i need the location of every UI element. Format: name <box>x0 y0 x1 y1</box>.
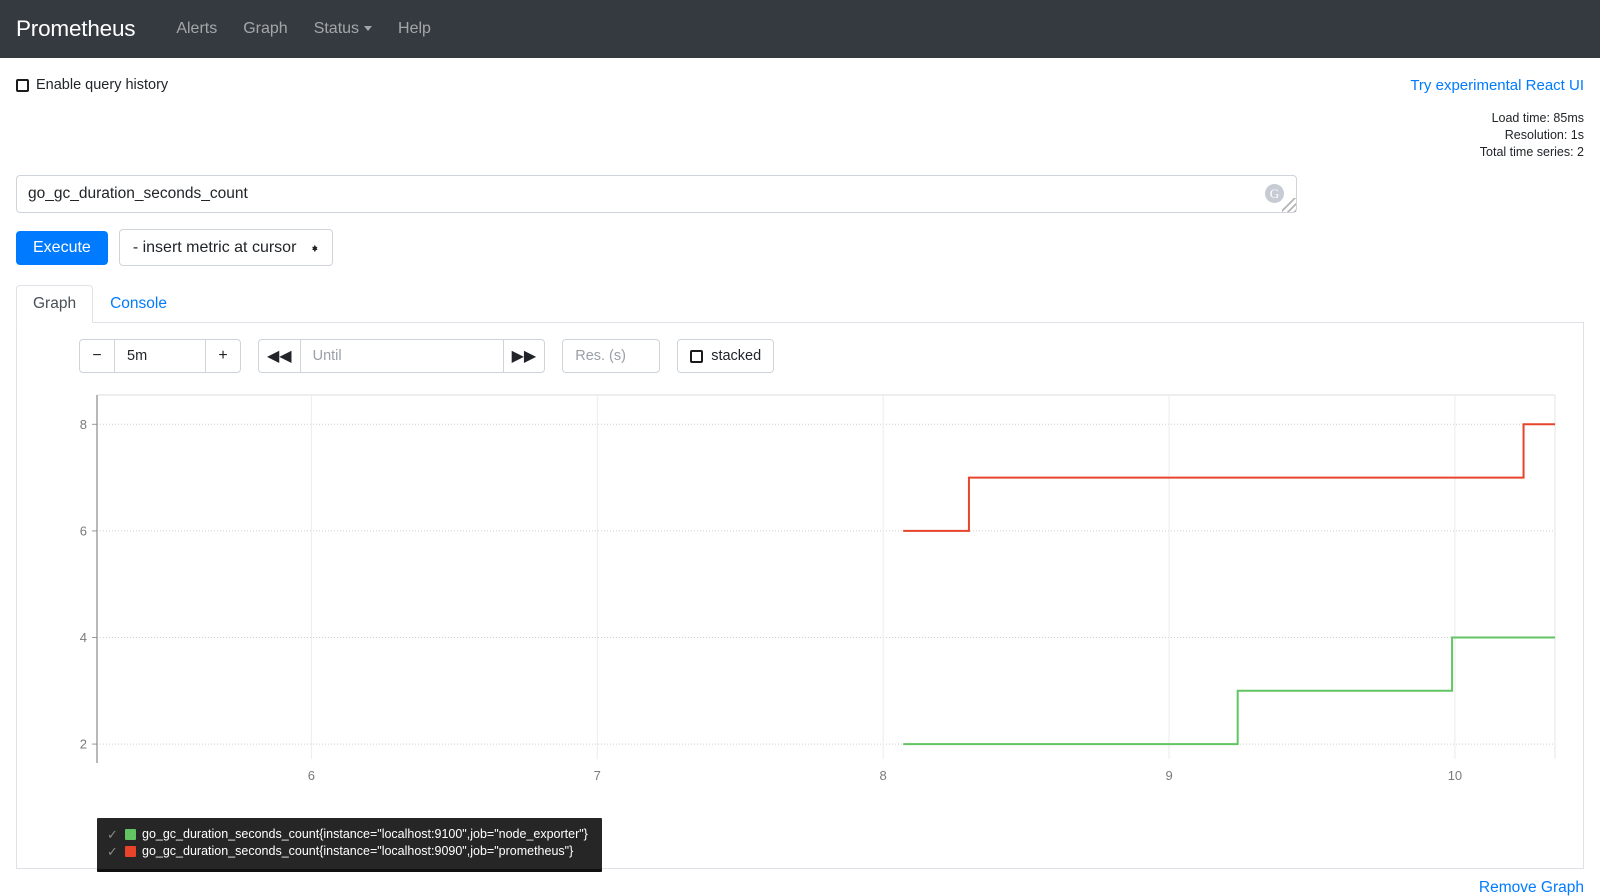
top-right: Try experimental React UI Load time: 85m… <box>1410 77 1584 161</box>
svg-text:10: 10 <box>1448 768 1462 783</box>
range-control-group: − 5m + <box>79 339 241 373</box>
remove-graph-link[interactable]: Remove Graph <box>1479 879 1584 896</box>
nav-label-status: Status <box>313 20 360 37</box>
query-stats: Load time: 85ms Resolution: 1s Total tim… <box>1410 110 1584 161</box>
panel-tabs: Graph Console <box>16 285 1584 323</box>
legend-label-0: go_gc_duration_seconds_count{instance="l… <box>142 827 588 841</box>
try-react-ui-link[interactable]: Try experimental React UI <box>1410 77 1584 94</box>
step-backward-button[interactable]: ◀◀ <box>258 339 301 373</box>
remove-graph-row: Remove Graph <box>16 869 1584 896</box>
svg-text:7: 7 <box>594 768 601 783</box>
svg-text:9: 9 <box>1165 768 1172 783</box>
nav-links: Alerts Graph Status Help <box>163 14 444 44</box>
enable-query-history-label: Enable query history <box>36 77 169 93</box>
nav-label-alerts: Alerts <box>176 20 218 37</box>
time-series-chart[interactable]: 2 4 6 8 6 7 8 9 10 <box>17 387 1583 787</box>
graph-chart-area: 2 4 6 8 6 7 8 9 10 ✓ go_gc_duration_seconds_coun… <box>17 387 1583 872</box>
enable-query-history-checkbox[interactable] <box>16 78 29 92</box>
svg-text:4: 4 <box>80 630 87 645</box>
tab-console[interactable]: Console <box>93 285 184 323</box>
query-history-toggle[interactable]: Enable query history <box>16 77 168 93</box>
query-input-wrapper: go_gc_duration_seconds_count G <box>16 175 1297 213</box>
stacked-checkbox[interactable] <box>690 349 704 363</box>
legend-color-swatch-1 <box>125 846 136 857</box>
nav-item-status[interactable]: Status <box>301 14 385 44</box>
chevron-down-icon <box>364 26 373 31</box>
top-row: Enable query history Try experimental Re… <box>16 58 1584 161</box>
nav-item-help[interactable]: Help <box>385 14 444 44</box>
resize-grip-handle[interactable] <box>1282 198 1296 212</box>
time-control-group: ◀◀ Until ▶▶ <box>258 339 546 373</box>
svg-text:6: 6 <box>308 768 315 783</box>
until-time-input[interactable]: Until <box>300 339 503 373</box>
query-expression-value: go_gc_duration_seconds_count <box>28 185 248 202</box>
stacked-label: stacked <box>711 348 762 364</box>
page-body: Enable query history Try experimental Re… <box>0 58 1600 896</box>
nav-item-alerts[interactable]: Alerts <box>163 14 230 44</box>
insert-metric-select-value: - insert metric at cursor <box>132 238 297 256</box>
navbar: Prometheus Alerts Graph Status Help <box>0 0 1600 58</box>
execute-button[interactable]: Execute <box>16 230 108 265</box>
svg-text:6: 6 <box>80 523 87 538</box>
range-input[interactable]: 5m <box>115 339 205 373</box>
resolution-input[interactable]: Res. (s) <box>562 339 661 373</box>
legend-check-icon-0: ✓ <box>107 827 118 842</box>
legend-check-icon-1: ✓ <box>107 844 118 859</box>
nav-label-help: Help <box>398 20 431 37</box>
select-arrows-icon: ▲ ▼ <box>310 241 320 254</box>
legend-item-node-exporter[interactable]: ✓ go_gc_duration_seconds_count{instance=… <box>107 826 588 843</box>
total-series-stat: Total time series: 2 <box>1479 145 1584 159</box>
step-forward-button[interactable]: ▶▶ <box>502 339 546 373</box>
graph-panel: − 5m + ◀◀ Until ▶▶ Res. (s) stacked 2 4 6 8… <box>16 323 1584 872</box>
legend-color-swatch-0 <box>125 829 136 840</box>
decrease-range-button[interactable]: − <box>79 339 115 373</box>
svg-text:8: 8 <box>80 417 87 432</box>
nav-item-graph[interactable]: Graph <box>230 14 300 44</box>
tab-graph[interactable]: Graph <box>16 285 94 323</box>
nav-label-graph: Graph <box>243 20 288 37</box>
svg-text:2: 2 <box>80 737 87 752</box>
stacked-toggle[interactable]: stacked <box>677 339 775 373</box>
load-time-stat: Load time: 85ms <box>1491 111 1584 125</box>
svg-text:8: 8 <box>880 768 887 783</box>
resolution-stat: Resolution: 1s <box>1504 128 1584 142</box>
execute-row: Execute - insert metric at cursor ▲ ▼ <box>16 229 1584 266</box>
insert-metric-select[interactable]: - insert metric at cursor ▲ ▼ <box>118 229 334 266</box>
brand-prometheus[interactable]: Prometheus <box>16 16 136 42</box>
graph-controls: − 5m + ◀◀ Until ▶▶ Res. (s) stacked <box>17 339 1583 373</box>
chart-legend: ✓ go_gc_duration_seconds_count{instance=… <box>97 818 602 872</box>
query-expression-input[interactable]: go_gc_duration_seconds_count <box>16 175 1297 213</box>
legend-item-prometheus[interactable]: ✓ go_gc_duration_seconds_count{instance=… <box>107 843 588 860</box>
increase-range-button[interactable]: + <box>205 339 241 373</box>
legend-label-1: go_gc_duration_seconds_count{instance="l… <box>142 844 574 858</box>
